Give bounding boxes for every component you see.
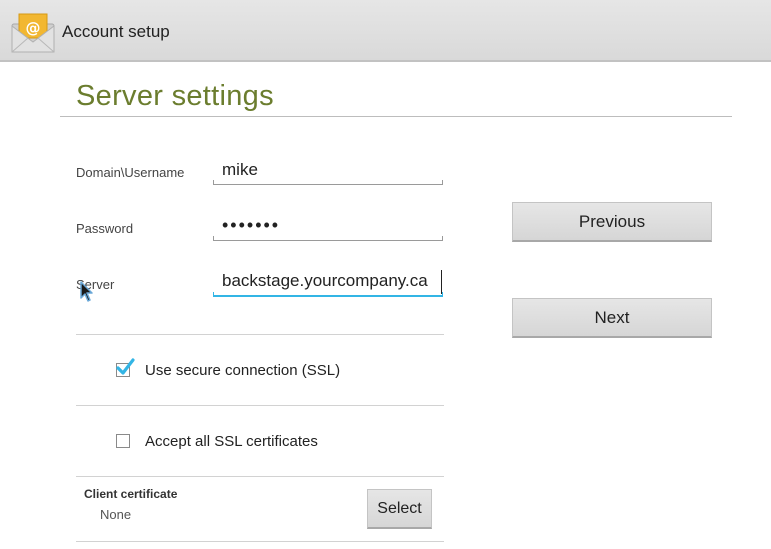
- input-edge: [213, 292, 214, 297]
- input-edge: [442, 292, 443, 297]
- email-app-icon[interactable]: @: [10, 12, 56, 54]
- select-certificate-button[interactable]: Select: [367, 489, 432, 529]
- password-input[interactable]: [213, 211, 443, 241]
- divider: [76, 405, 444, 406]
- check-icon: [116, 358, 135, 375]
- input-edge: [213, 180, 214, 185]
- previous-button[interactable]: Previous: [512, 202, 712, 242]
- ssl-label[interactable]: Use secure connection (SSL): [145, 362, 340, 379]
- client-certificate-label: Client certificate: [84, 487, 178, 501]
- divider: [76, 541, 444, 542]
- title-divider: [60, 116, 732, 117]
- app-title: Account setup: [62, 22, 170, 41]
- input-edge: [442, 236, 443, 241]
- server-input[interactable]: [213, 267, 443, 297]
- svg-text:@: @: [26, 19, 41, 37]
- divider: [76, 334, 444, 335]
- client-certificate-value: None: [100, 507, 132, 522]
- ssl-checkbox[interactable]: [116, 358, 135, 377]
- text-caret: [441, 270, 442, 294]
- input-edge: [213, 236, 214, 241]
- action-bar: @ Account setup: [0, 0, 771, 62]
- divider: [76, 476, 444, 477]
- mouse-pointer-icon: [80, 281, 93, 302]
- next-button[interactable]: Next: [512, 298, 712, 338]
- accept-all-ssl-label[interactable]: Accept all SSL certificates: [145, 433, 318, 450]
- input-edge: [442, 180, 443, 185]
- page-title: Server settings: [76, 80, 274, 112]
- domain-username-label: Domain\Username: [76, 165, 185, 180]
- password-label: Password: [76, 221, 134, 236]
- accept-all-ssl-checkbox[interactable]: [116, 434, 130, 448]
- domain-username-input[interactable]: [213, 155, 443, 185]
